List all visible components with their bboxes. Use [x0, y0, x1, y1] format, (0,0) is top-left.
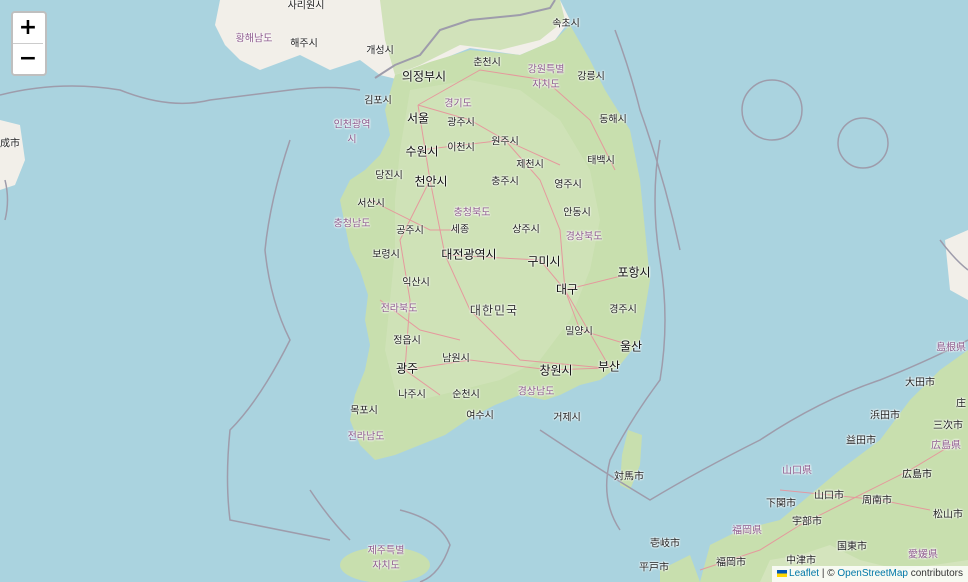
place-label: 成市	[0, 138, 20, 150]
zoom-control: + −	[11, 11, 47, 76]
region-label: 충청남도	[333, 218, 371, 230]
place-label: 순천시	[452, 389, 480, 401]
region-label: 경기도	[444, 98, 472, 110]
place-label: 서산시	[357, 198, 385, 210]
place-label: 松山市	[933, 509, 963, 521]
place-label: 당진시	[375, 170, 403, 182]
place-label: 宇部市	[792, 516, 822, 528]
region-label: 전라북도	[380, 303, 418, 315]
region-label: 황해남도	[235, 33, 273, 45]
region-label: 山口県	[782, 465, 812, 477]
place-label: 대전광역시	[441, 247, 497, 262]
place-label: 山口市	[814, 490, 844, 502]
place-label: 対馬市	[614, 471, 644, 483]
region-label: 경상북도	[565, 231, 603, 243]
place-label: 남원시	[442, 353, 470, 365]
region-label: 愛媛県	[908, 549, 938, 561]
place-label: 경주시	[609, 304, 637, 316]
place-label: 서울	[406, 111, 430, 126]
place-label: 해주시	[290, 38, 318, 50]
place-label: 中津市	[786, 555, 816, 567]
zoom-in-button[interactable]: +	[13, 13, 43, 43]
place-label: 강릉시	[577, 71, 605, 83]
place-label: 공주시	[396, 225, 424, 237]
place-label: 광주시	[447, 117, 475, 129]
place-label: 壱岐市	[650, 538, 680, 550]
place-label: 下関市	[766, 498, 796, 510]
region-label: 시	[347, 134, 357, 146]
place-label: 대구	[555, 282, 579, 297]
place-label: 동해시	[599, 114, 627, 126]
region-label: 제주특별	[367, 545, 405, 557]
place-label: 広島市	[902, 469, 932, 481]
place-label: 이천시	[447, 142, 475, 154]
place-label: 益田市	[846, 435, 876, 447]
map-viewport[interactable]: 사리원시 황해남도 해주시 개성시 속초시 춘천시 의정부시 강원특별 자치도 …	[0, 0, 968, 582]
place-label: 개성시	[366, 45, 394, 57]
place-label: 庄	[956, 398, 966, 410]
place-label: 태백시	[587, 155, 615, 167]
attribution-suffix: contributors	[907, 568, 963, 579]
place-label: 나주시	[398, 389, 426, 401]
ukraine-flag-icon	[777, 569, 788, 577]
region-label: 경상남도	[517, 386, 555, 398]
region-label: 전라남도	[347, 431, 385, 443]
place-label: 福岡市	[716, 557, 746, 569]
place-label: 익산시	[402, 277, 430, 289]
place-label: 상주시	[512, 224, 540, 236]
place-label: 김포시	[364, 95, 392, 107]
place-label: 浜田市	[870, 410, 900, 422]
place-label: 밀양시	[565, 326, 593, 338]
osm-link[interactable]: OpenStreetMap	[837, 568, 908, 579]
place-label: 부산	[597, 359, 621, 374]
region-label: 福岡県	[732, 525, 762, 537]
place-label: 춘천시	[473, 57, 501, 69]
region-label: 충청북도	[453, 207, 491, 219]
place-label: 구미시	[527, 254, 561, 269]
place-label: 영주시	[554, 179, 582, 191]
place-label: 보령시	[372, 249, 400, 261]
place-label: 의정부시	[401, 69, 447, 84]
place-label: 사리원시	[287, 0, 325, 12]
place-label: 천안시	[414, 174, 448, 189]
leaflet-link[interactable]: Leaflet	[789, 568, 819, 579]
place-label: 창원시	[539, 363, 573, 378]
region-label: 자치도	[532, 79, 560, 91]
place-label: 国東市	[837, 541, 867, 553]
zoom-out-button[interactable]: −	[13, 43, 43, 74]
place-label: 충주시	[491, 176, 519, 188]
place-label: 정읍시	[393, 335, 421, 347]
place-label: 여수시	[466, 410, 494, 422]
region-label: 島根県	[936, 342, 966, 354]
place-label: 안동시	[563, 207, 591, 219]
place-label: 원주시	[491, 136, 519, 148]
country-label: 대한민국	[469, 303, 519, 318]
attribution-separator: | ©	[819, 568, 838, 579]
place-label: 광주	[395, 361, 419, 376]
place-label: 제천시	[516, 159, 544, 171]
place-label: 거제시	[553, 412, 581, 424]
place-label: 울산	[619, 339, 643, 354]
region-label: 강원특별	[527, 64, 565, 76]
place-label: 속초시	[552, 18, 580, 30]
region-label: 인천광역	[333, 119, 371, 131]
place-label: 포항시	[617, 265, 651, 280]
region-label: 広島県	[931, 440, 961, 452]
place-label: 三次市	[933, 420, 963, 432]
place-label: 周南市	[862, 495, 892, 507]
place-label: 수원시	[405, 144, 439, 159]
region-label: 자치도	[372, 560, 400, 572]
place-label: 大田市	[905, 377, 935, 389]
place-label: 목포시	[350, 405, 378, 417]
place-label: 平戸市	[639, 562, 669, 574]
attribution: Leaflet | © OpenStreetMap contributors	[772, 566, 968, 582]
place-label: 세종	[450, 224, 470, 236]
